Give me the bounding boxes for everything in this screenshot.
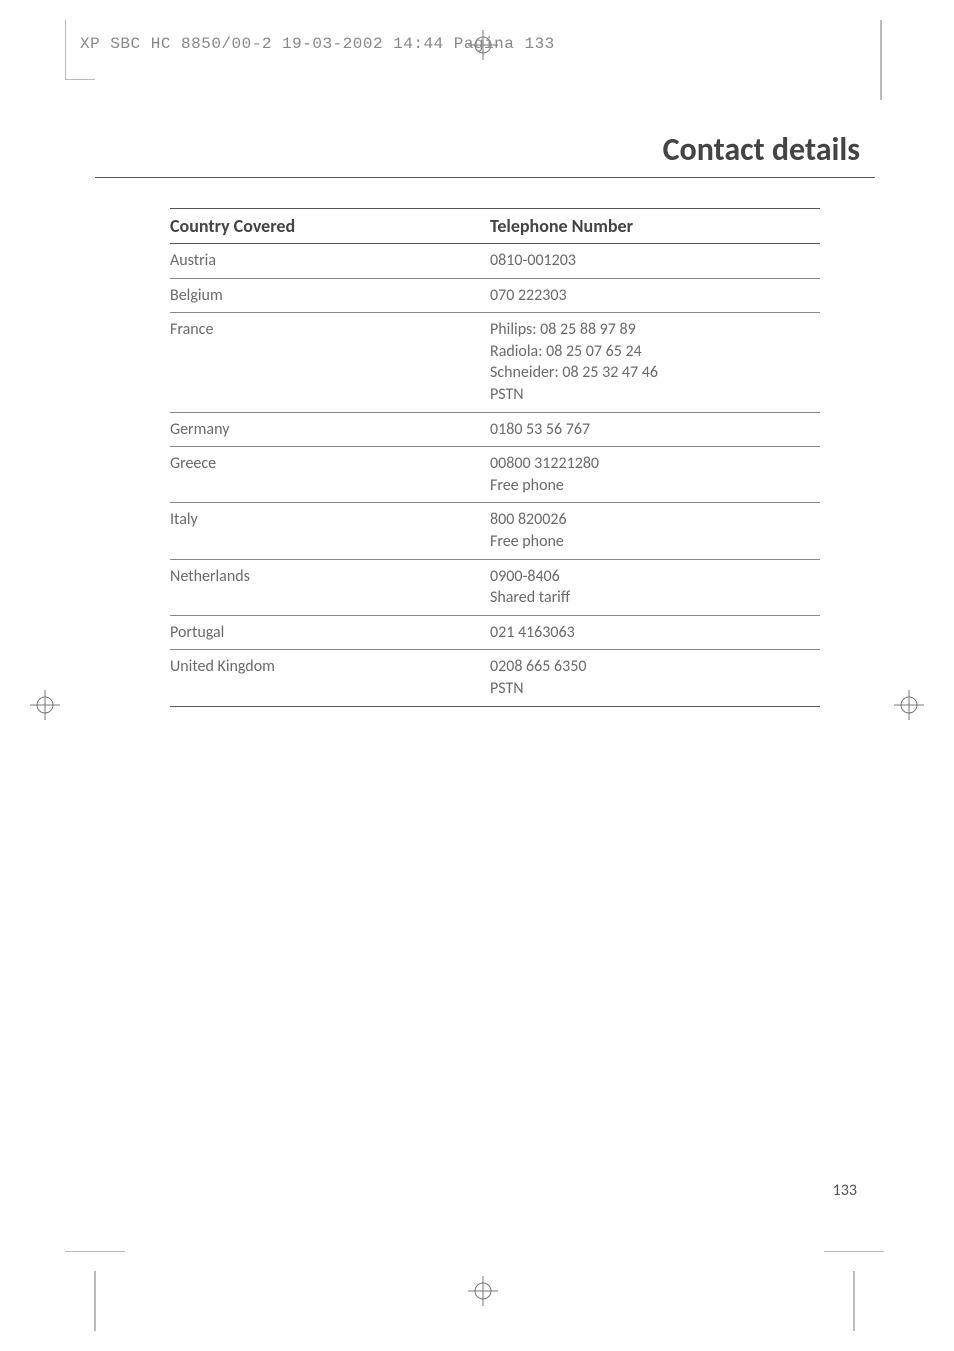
contact-table: Country Covered Telephone Number Austria… — [170, 208, 820, 707]
cell-country: United Kingdom — [170, 650, 490, 706]
registration-mark-right — [894, 690, 924, 725]
contact-table-wrap: Country Covered Telephone Number Austria… — [170, 208, 820, 707]
page-title: Contact details — [95, 130, 875, 178]
page-content: Contact details Country Covered Telephon… — [95, 80, 875, 1280]
cell-phone: 800 820026 Free phone — [490, 503, 820, 559]
table-row: United Kingdom0208 665 6350 PSTN — [170, 650, 820, 706]
table-row: Germany0180 53 56 767 — [170, 412, 820, 447]
cell-phone: 0810-001203 — [490, 244, 820, 279]
table-row: FrancePhilips: 08 25 88 97 89 Radiola: 0… — [170, 313, 820, 412]
table-row: Portugal021 4163063 — [170, 615, 820, 650]
cell-phone: 021 4163063 — [490, 615, 820, 650]
cell-phone: 00800 31221280 Free phone — [490, 447, 820, 503]
header-country: Country Covered — [170, 209, 490, 244]
page-number: 133 — [833, 1181, 857, 1200]
crop-mark-top-right — [878, 20, 884, 100]
cell-phone: 0180 53 56 767 — [490, 412, 820, 447]
cell-country: France — [170, 313, 490, 412]
cell-country: Italy — [170, 503, 490, 559]
table-row: Austria0810-001203 — [170, 244, 820, 279]
table-row: Greece00800 31221280 Free phone — [170, 447, 820, 503]
registration-mark-left — [30, 690, 60, 725]
cell-country: Portugal — [170, 615, 490, 650]
header-phone: Telephone Number — [490, 209, 820, 244]
imposition-header: XP SBC HC 8850/00-2 19-03-2002 14:44 Pag… — [80, 35, 555, 53]
cell-phone: 0208 665 6350 PSTN — [490, 650, 820, 706]
cell-country: Austria — [170, 244, 490, 279]
table-row: Belgium070 222303 — [170, 278, 820, 313]
registration-mark-bottom — [468, 1276, 498, 1311]
cell-country: Netherlands — [170, 559, 490, 615]
table-row: Italy800 820026 Free phone — [170, 503, 820, 559]
table-row: Netherlands0900-8406 Shared tariff — [170, 559, 820, 615]
cell-country: Belgium — [170, 278, 490, 313]
cell-phone: 0900-8406 Shared tariff — [490, 559, 820, 615]
cell-country: Germany — [170, 412, 490, 447]
cell-country: Greece — [170, 447, 490, 503]
cell-phone: Philips: 08 25 88 97 89 Radiola: 08 25 0… — [490, 313, 820, 412]
cell-phone: 070 222303 — [490, 278, 820, 313]
